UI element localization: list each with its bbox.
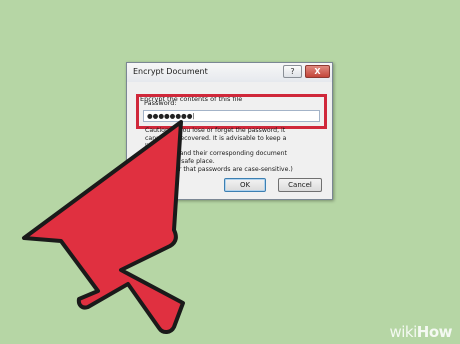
watermark-suffix: How xyxy=(416,323,453,341)
big-pointer-arrow-icon xyxy=(22,120,185,334)
watermark-prefix: wiki xyxy=(389,323,417,341)
wikihow-watermark: wikiHow xyxy=(389,323,452,341)
